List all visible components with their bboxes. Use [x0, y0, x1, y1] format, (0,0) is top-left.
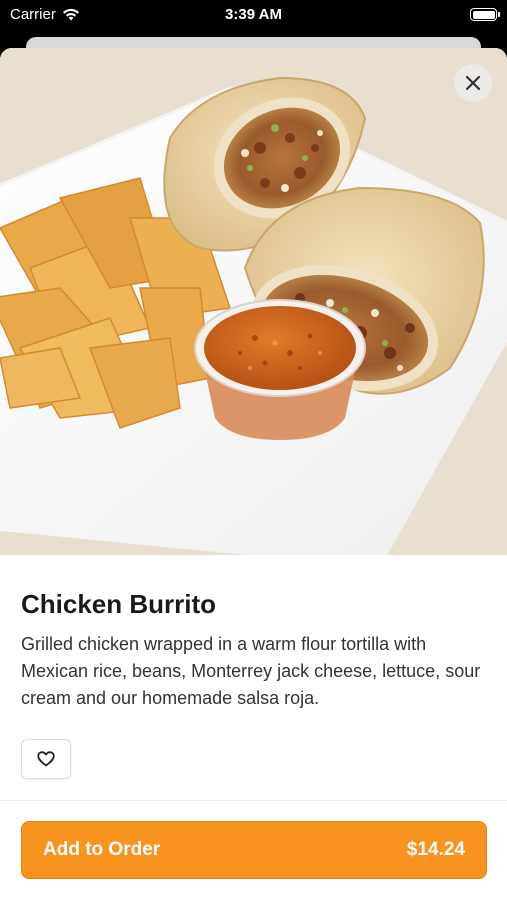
status-time: 3:39 AM [225, 6, 282, 23]
divider [0, 800, 507, 801]
item-description: Grilled chicken wrapped in a warm flour … [21, 634, 481, 708]
favorite-button[interactable] [21, 739, 71, 779]
close-button[interactable] [454, 64, 492, 102]
status-bar: Carrier 3:39 AM [0, 0, 507, 30]
close-icon [465, 75, 481, 91]
add-to-order-button[interactable]: Add to Order $14.24 [21, 821, 487, 879]
heart-outline-icon [37, 751, 55, 767]
add-to-order-label: Add to Order [43, 839, 161, 860]
item-detail-sheet: Chicken Burrito Grilled chicken wrapped … [0, 48, 507, 900]
item-photo [0, 48, 507, 555]
battery-full-icon [470, 8, 500, 21]
burrito-plate-illustration [0, 48, 507, 555]
item-title: Chicken Burrito [21, 589, 217, 619]
order-price: $14.24 [406, 839, 465, 860]
